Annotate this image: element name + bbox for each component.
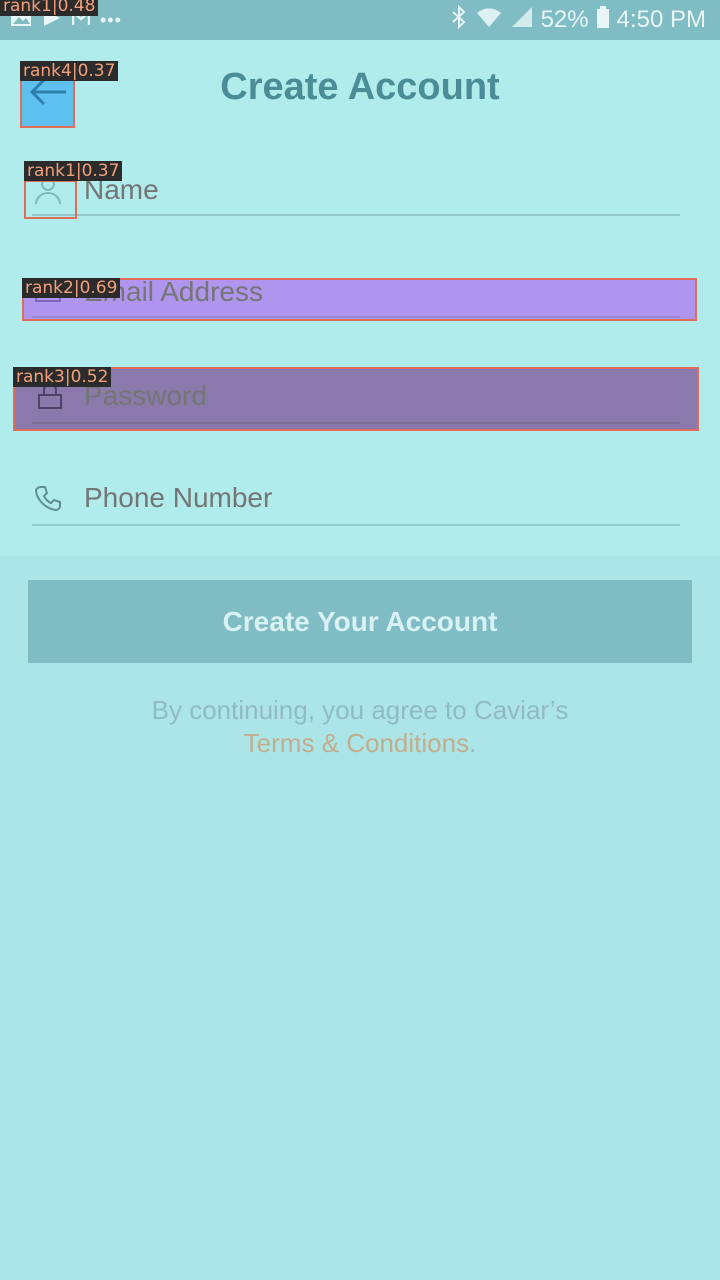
annotation-box <box>22 278 697 321</box>
status-bar-system: 52% 4:50 PM <box>451 4 706 36</box>
phone-underline <box>32 524 680 526</box>
battery-icon <box>596 5 609 35</box>
signal-icon <box>511 6 533 35</box>
terms-link[interactable]: Terms & Conditions <box>244 728 469 758</box>
more-icon: ••• <box>100 9 122 30</box>
terms-prefix: By continuing, you agree to Caviar’s <box>151 695 569 725</box>
annotation-label: rank2|0.69 <box>22 278 121 298</box>
annotation-box <box>24 180 77 219</box>
wifi-icon <box>475 6 503 35</box>
page-title: Create Account <box>220 66 500 108</box>
annotation-label: rank4|0.37 <box>20 61 119 81</box>
name-field[interactable] <box>84 170 674 210</box>
annotation-box <box>13 367 699 431</box>
annotation-box <box>20 79 75 128</box>
name-underline <box>32 214 680 216</box>
terms-text: By continuing, you agree to Caviar’s Ter… <box>80 694 640 760</box>
bluetooth-icon <box>451 4 467 36</box>
terms-suffix: . <box>469 728 477 758</box>
phone-field[interactable] <box>84 478 674 518</box>
annotation-label: rank1|0.48 <box>0 0 99 16</box>
create-account-button[interactable]: Create Your Account <box>28 580 692 663</box>
phone-icon <box>32 482 64 514</box>
annotation-label: rank3|0.52 <box>13 367 112 387</box>
battery-percent: 52% <box>540 6 589 33</box>
clock: 4:50 PM <box>616 6 706 33</box>
annotation-label: rank1|0.37 <box>24 161 123 181</box>
